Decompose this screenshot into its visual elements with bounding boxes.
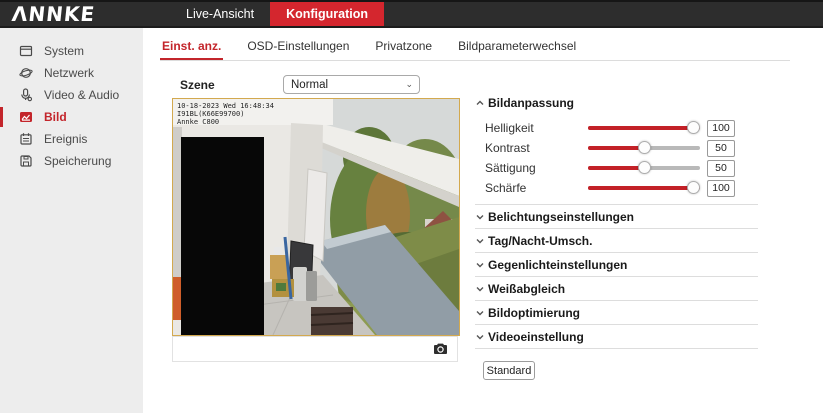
sidebar-item-netzwerk[interactable]: Netzwerk — [0, 62, 143, 84]
slider-row-kontrast: Kontrast 50 — [485, 138, 758, 158]
section-gegenlichteinstellungen[interactable]: Gegenlichteinstellungen — [475, 253, 758, 277]
slider-knob[interactable] — [687, 121, 700, 134]
image-icon — [18, 110, 33, 125]
slider-knob[interactable] — [687, 181, 700, 194]
snapshot-bar — [172, 336, 458, 362]
tab-privatzone[interactable]: Privatzone — [373, 34, 434, 60]
szene-select[interactable]: Normal ⌄ — [283, 75, 420, 94]
annke-config-page: ΛNNKE Live-Ansicht Konfiguration System … — [0, 0, 823, 413]
slider-row-helligkeit: Helligkeit 100 — [485, 118, 758, 138]
nav-configuration[interactable]: Konfiguration — [270, 2, 384, 26]
szene-select-value: Normal — [291, 79, 328, 91]
slider-label: Sättigung — [485, 161, 588, 175]
slider-fill — [588, 186, 700, 190]
schaerfe-slider[interactable] — [588, 186, 700, 190]
sidebar-item-label: Netzwerk — [44, 66, 94, 80]
sidebar-item-bild[interactable]: Bild — [0, 106, 143, 128]
section-label: Belichtungseinstellungen — [488, 210, 634, 224]
section-label: Gegenlichteinstellungen — [488, 258, 627, 272]
sidebar-item-video-audio[interactable]: Video & Audio — [0, 84, 143, 106]
saettigung-slider[interactable] — [588, 166, 700, 170]
slider-knob[interactable] — [638, 141, 651, 154]
settings-tabstrip: Einst. anz. OSD-Einstellungen Privatzone… — [160, 34, 790, 61]
section-label: Bildanpassung — [488, 96, 574, 110]
slider-label: Helligkeit — [485, 121, 588, 135]
section-bildoptimierung[interactable]: Bildoptimierung — [475, 301, 758, 325]
helligkeit-slider[interactable] — [588, 126, 700, 130]
chevron-down-icon — [475, 212, 485, 222]
tab-bildparameterwechsel[interactable]: Bildparameterwechsel — [456, 34, 578, 60]
sidebar-item-label: Ereignis — [44, 132, 87, 146]
chevron-down-icon — [475, 284, 485, 294]
video-audio-icon — [18, 88, 33, 103]
sidebar-item-label: Bild — [44, 110, 67, 124]
system-icon — [18, 44, 33, 59]
annke-logo: ΛNNKE — [11, 0, 97, 28]
osd-device-id: I91BL(K66E99700) — [177, 110, 244, 118]
kontrast-slider[interactable] — [588, 146, 700, 150]
szene-label: Szene — [180, 78, 215, 92]
slider-fill — [588, 126, 700, 130]
sidebar: System Netzwerk Video & Audio Bild Ereig… — [0, 28, 143, 413]
chevron-up-icon — [475, 98, 485, 108]
top-bar: ΛNNKE Live-Ansicht Konfiguration — [0, 0, 823, 28]
event-icon — [18, 132, 33, 147]
network-icon — [18, 66, 33, 81]
section-bildanpassung[interactable]: Bildanpassung — [475, 96, 758, 110]
sidebar-item-label: Video & Audio — [44, 88, 119, 102]
nav-live-view[interactable]: Live-Ansicht — [170, 2, 270, 26]
schaerfe-value-box[interactable]: 100 — [707, 180, 735, 197]
top-nav: Live-Ansicht Konfiguration — [170, 0, 384, 28]
chevron-down-icon — [475, 236, 485, 246]
osd-timestamp: 10-18-2023 Wed 16:48:34 — [177, 102, 274, 110]
chevron-down-icon — [475, 260, 485, 270]
chevron-down-icon: ⌄ — [405, 79, 413, 90]
saettigung-value-box[interactable]: 50 — [707, 160, 735, 177]
slider-label: Kontrast — [485, 141, 588, 155]
osd-overlay: 10-18-2023 Wed 16:48:34I91BL(K66E99700)A… — [177, 102, 274, 126]
slider-row-saettigung: Sättigung 50 — [485, 158, 758, 178]
section-label: Videoeinstellung — [488, 330, 584, 344]
image-adjust-sliders: Helligkeit 100 Kontrast 50 Sättigung — [475, 110, 758, 205]
sidebar-item-label: Speicherung — [44, 154, 111, 168]
sidebar-item-speicherung[interactable]: Speicherung — [0, 150, 143, 172]
sidebar-item-label: System — [44, 44, 84, 58]
tab-osd-einstellungen[interactable]: OSD-Einstellungen — [245, 34, 351, 60]
section-label: Weißabgleich — [488, 282, 565, 296]
section-label: Bildoptimierung — [488, 306, 580, 320]
standard-button[interactable]: Standard — [483, 361, 535, 380]
storage-icon — [18, 154, 33, 169]
sidebar-item-system[interactable]: System — [0, 40, 143, 62]
helligkeit-value-box[interactable]: 100 — [707, 120, 735, 137]
preview-scene — [173, 99, 459, 335]
chevron-down-icon — [475, 308, 485, 318]
image-settings-panel: Bildanpassung Helligkeit 100 Kontrast 50 — [475, 96, 758, 380]
camera-icon[interactable] — [433, 343, 448, 355]
tab-einst-anz[interactable]: Einst. anz. — [160, 34, 223, 60]
camera-preview[interactable]: 10-18-2023 Wed 16:48:34I91BL(K66E99700)A… — [172, 98, 460, 336]
chevron-down-icon — [475, 332, 485, 342]
osd-camera-name: Annke C800 — [177, 118, 219, 126]
section-weissabgleich[interactable]: Weißabgleich — [475, 277, 758, 301]
slider-fill — [588, 166, 644, 170]
section-label: Tag/Nacht-Umsch. — [488, 234, 592, 248]
slider-label: Schärfe — [485, 181, 588, 195]
section-tag-nacht-umsch[interactable]: Tag/Nacht-Umsch. — [475, 229, 758, 253]
sidebar-item-ereignis[interactable]: Ereignis — [0, 128, 143, 150]
section-belichtungseinstellungen[interactable]: Belichtungseinstellungen — [475, 205, 758, 229]
slider-knob[interactable] — [638, 161, 651, 174]
section-videoeinstellung[interactable]: Videoeinstellung — [475, 325, 758, 349]
kontrast-value-box[interactable]: 50 — [707, 140, 735, 157]
slider-row-schaerfe: Schärfe 100 — [485, 178, 758, 198]
slider-fill — [588, 146, 644, 150]
